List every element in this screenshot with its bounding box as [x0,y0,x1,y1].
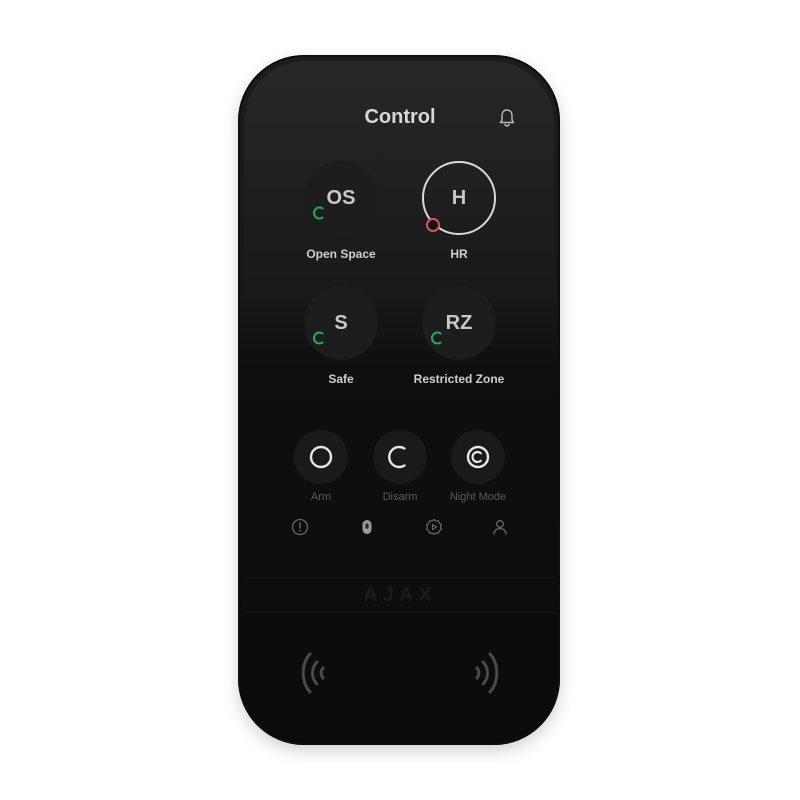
disarm-button-circle [373,430,427,484]
disarmed-status-icon [313,206,324,220]
disarmed-status-icon [431,331,442,345]
brand-logo: AJAX [363,584,437,606]
group-name: HR [450,247,468,261]
scenarios-icon[interactable] [424,517,444,537]
group-name: Restricted Zone [413,372,505,386]
alarm-icon[interactable] [290,517,310,537]
group-abbr: OS [326,187,356,209]
night-mode-button-circle [451,430,505,484]
nfc-left-icon [301,652,325,694]
night-mode-button[interactable]: Night Mode [438,430,518,510]
control-icon[interactable] [357,517,377,537]
group-restricted-zone[interactable]: RZ Restricted Zone [389,286,529,406]
disarmed-status-icon [313,331,324,345]
group-hr[interactable]: H HR [389,161,529,281]
group-abbr: RZ [445,312,473,334]
armed-status-icon [426,218,440,232]
bell-icon[interactable] [496,107,518,129]
disarm-icon [388,445,406,469]
nfc-right-icon [475,652,499,694]
screen-title: Control [364,106,436,128]
night-mode-label: Night Mode [449,491,507,503]
arm-button-circle [294,430,348,484]
arm-icon [309,445,333,469]
user-icon[interactable] [490,517,510,537]
night-mode-icon [466,445,490,469]
group-abbr: S [334,312,348,334]
arm-button[interactable]: Arm [281,430,361,510]
